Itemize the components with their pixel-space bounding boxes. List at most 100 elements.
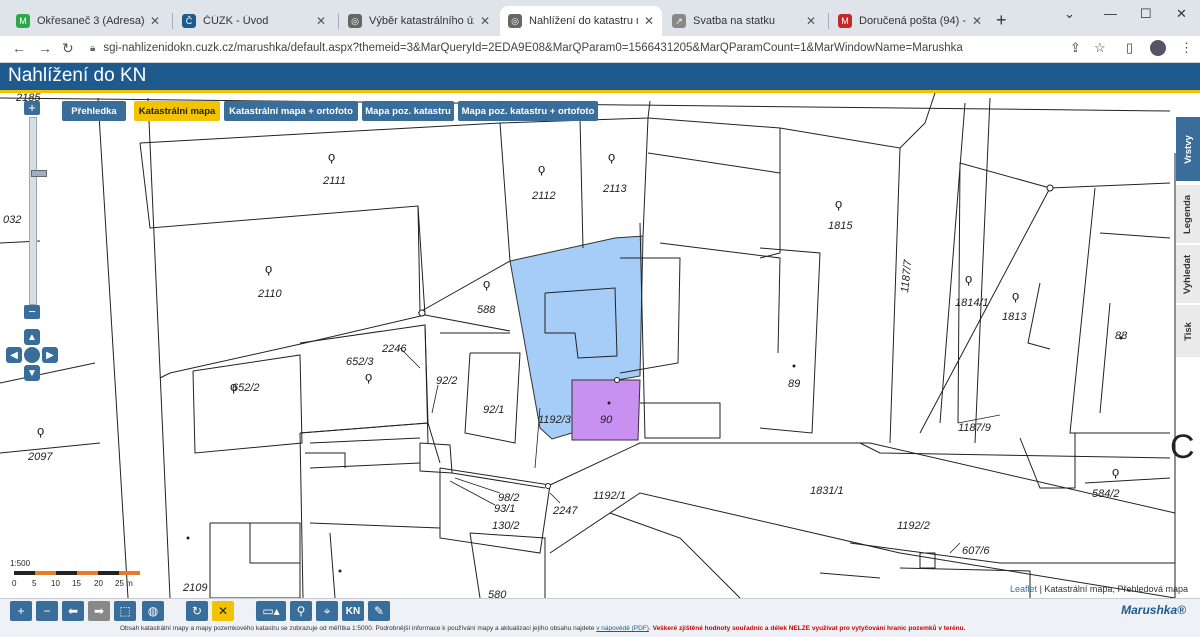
pan-down-icon[interactable]: ▼: [24, 365, 40, 381]
parcel-label[interactable]: 2247: [552, 505, 578, 517]
parcel-selected-purple[interactable]: [571, 379, 641, 441]
browser-tab[interactable]: ↗ Svatba na statku ✕: [664, 6, 824, 36]
pan-left-icon[interactable]: ◀: [6, 347, 22, 363]
parcel-label[interactable]: 1187/7: [899, 259, 914, 294]
parcel-label[interactable]: 607/6: [962, 545, 990, 557]
minimize-icon[interactable]: —: [1104, 6, 1117, 21]
map-canvas[interactable]: ϙ ϙ ϙ ϙ ϙ ϙ ϙ ϙ ϙ ϙ ϙ ϙ 2111 2112 2113 1…: [0, 93, 1200, 598]
parcel-label[interactable]: 1192/2: [897, 520, 930, 532]
browser-tab[interactable]: Č ČÚZK - Úvod ✕: [174, 6, 334, 36]
close-tab-icon[interactable]: ✕: [972, 14, 982, 28]
browser-tab[interactable]: M Okřesaneč 3 (Adresa) • Ma ✕: [8, 6, 168, 36]
parcel-label[interactable]: 2246: [381, 343, 407, 355]
new-tab-button[interactable]: +: [996, 10, 1007, 31]
zoom-in-tool-icon[interactable]: +: [10, 601, 32, 621]
parcel-label[interactable]: 2111: [322, 175, 346, 187]
close-window-icon[interactable]: ✕: [1176, 6, 1187, 22]
parcel-label[interactable]: 1814/1: [955, 297, 989, 309]
url-text: sgi-nahlizenidokn.cuzk.cz/marushka/defau…: [103, 42, 963, 54]
zoom-slider[interactable]: [29, 117, 47, 305]
parcel-label[interactable]: 1831/1: [810, 485, 844, 497]
parcel-label[interactable]: 588: [477, 304, 496, 316]
back-view-icon[interactable]: ⬅: [62, 601, 84, 621]
bookmark-star-icon[interactable]: ☆: [1094, 40, 1106, 56]
pan-control: ▲ ◀ ▶ ▼: [6, 329, 58, 381]
parcel-label[interactable]: 2113: [602, 183, 628, 195]
zoom-out-tool-icon[interactable]: −: [36, 601, 58, 621]
address-bar[interactable]: 🔒︎ sgi-nahlizenidokn.cuzk.cz/marushka/de…: [90, 38, 1070, 58]
parcel-label[interactable]: 2097: [27, 451, 53, 463]
cadastral-map[interactable]: ϙ ϙ ϙ ϙ ϙ ϙ ϙ ϙ ϙ ϙ ϙ ϙ 2111 2112 2113 1…: [0, 93, 1200, 598]
help-pdf-link[interactable]: v nápovědě (PDF): [596, 625, 649, 632]
crosshair-icon[interactable]: ⌖: [316, 601, 338, 621]
browser-tab[interactable]: ◎ Výběr katastrálního území ✕: [340, 6, 498, 36]
tab-cadastral-ortho[interactable]: Katastrální mapa + ortofoto: [224, 101, 358, 121]
parcel-label[interactable]: 1192/3: [538, 414, 572, 426]
tab-layers[interactable]: Vrstvy: [1176, 117, 1200, 181]
parcel-label[interactable]: 584/2: [1092, 488, 1120, 500]
close-tab-icon[interactable]: ✕: [806, 14, 816, 28]
parcel-label[interactable]: 032: [3, 214, 21, 226]
close-tab-icon[interactable]: ✕: [480, 14, 490, 28]
parcel-label[interactable]: 93/1: [494, 503, 515, 515]
parcel-label[interactable]: 2109: [182, 582, 207, 594]
comment-icon[interactable]: ✎: [368, 601, 390, 621]
parcel-label[interactable]: 90: [600, 414, 613, 426]
scale-tick: 20: [94, 579, 103, 588]
kn-info-icon[interactable]: KN: [342, 601, 364, 621]
parcel-label[interactable]: 1192/1: [593, 490, 626, 502]
leaflet-link[interactable]: Leaflet: [1010, 584, 1037, 594]
share-icon[interactable]: ⇪: [1070, 40, 1081, 56]
browser-tab-active[interactable]: ◎ Nahlížení do katastru nem ✕: [500, 6, 662, 36]
parcel-label[interactable]: 2110: [257, 288, 283, 300]
parcel-label[interactable]: 2112: [531, 190, 556, 202]
side-panel-icon[interactable]: ▯: [1126, 40, 1133, 56]
parcel-label[interactable]: 1813: [1002, 311, 1027, 323]
parcel-label[interactable]: 652/3: [346, 356, 374, 368]
back-icon[interactable]: ←: [12, 40, 26, 56]
globe-icon: ◎: [348, 14, 362, 28]
parcel-label[interactable]: 130/2: [492, 520, 520, 532]
maximize-icon[interactable]: ☐: [1140, 6, 1152, 22]
refresh-icon[interactable]: ↻: [186, 601, 208, 621]
tab-search-icon[interactable]: ⌄: [1064, 6, 1075, 22]
parcel-label[interactable]: 652/2: [232, 382, 260, 394]
tab-print[interactable]: Tisk: [1176, 305, 1200, 357]
attribution: Leaflet | Katastrální mapa, Přehledová m…: [1010, 584, 1188, 594]
parcel-label[interactable]: 1815: [828, 220, 853, 232]
close-tab-icon[interactable]: ✕: [644, 14, 654, 28]
zoom-box-icon[interactable]: ⬚: [114, 601, 136, 621]
forward-icon[interactable]: →: [38, 40, 52, 56]
close-tab-icon[interactable]: ✕: [150, 14, 160, 28]
browser-tab[interactable]: M Doručená pošta (94) - ondr ✕: [830, 6, 990, 36]
parcel-label[interactable]: 89: [788, 378, 800, 390]
pan-up-icon[interactable]: ▲: [24, 329, 40, 345]
tab-overview-map[interactable]: Přehledka: [62, 101, 126, 121]
tab-pk-map[interactable]: Mapa poz. katastru: [362, 101, 454, 121]
zoom-out-button[interactable]: −: [24, 305, 40, 319]
forward-view-icon[interactable]: ➡: [88, 601, 110, 621]
pan-center-icon[interactable]: [22, 345, 42, 365]
parcel-label[interactable]: 92/2: [436, 375, 457, 387]
pan-right-icon[interactable]: ▶: [42, 347, 58, 363]
parcel-label[interactable]: 92/1: [483, 404, 504, 416]
parcel-label[interactable]: 1187/9: [958, 422, 991, 434]
menu-dots-icon[interactable]: ⋮: [1180, 40, 1193, 56]
cancel-tool-icon[interactable]: ✕: [212, 601, 234, 621]
zoom-slider-handle[interactable]: [31, 170, 47, 177]
zoom-in-button[interactable]: +: [24, 101, 40, 115]
globe-tool-icon[interactable]: ◍: [142, 601, 164, 621]
parcel-label[interactable]: C: [1170, 428, 1195, 466]
tab-legend[interactable]: Legenda: [1176, 185, 1200, 243]
parcel-label[interactable]: 88: [1115, 330, 1128, 342]
avatar[interactable]: [1150, 40, 1166, 56]
lock-icon: 🔒︎: [90, 42, 96, 54]
reload-icon[interactable]: ↻: [62, 40, 74, 57]
measure-icon[interactable]: ▭▴: [256, 601, 286, 621]
parcel-label[interactable]: 580: [488, 589, 507, 598]
close-tab-icon[interactable]: ✕: [316, 14, 326, 28]
tab-search[interactable]: Vyhledat: [1176, 245, 1200, 303]
location-pin-icon[interactable]: ⚲: [290, 601, 312, 621]
tab-cadastral-map[interactable]: Katastrální mapa: [134, 101, 220, 121]
tab-pk-ortho[interactable]: Mapa poz. katastru + ortofoto: [458, 101, 598, 121]
